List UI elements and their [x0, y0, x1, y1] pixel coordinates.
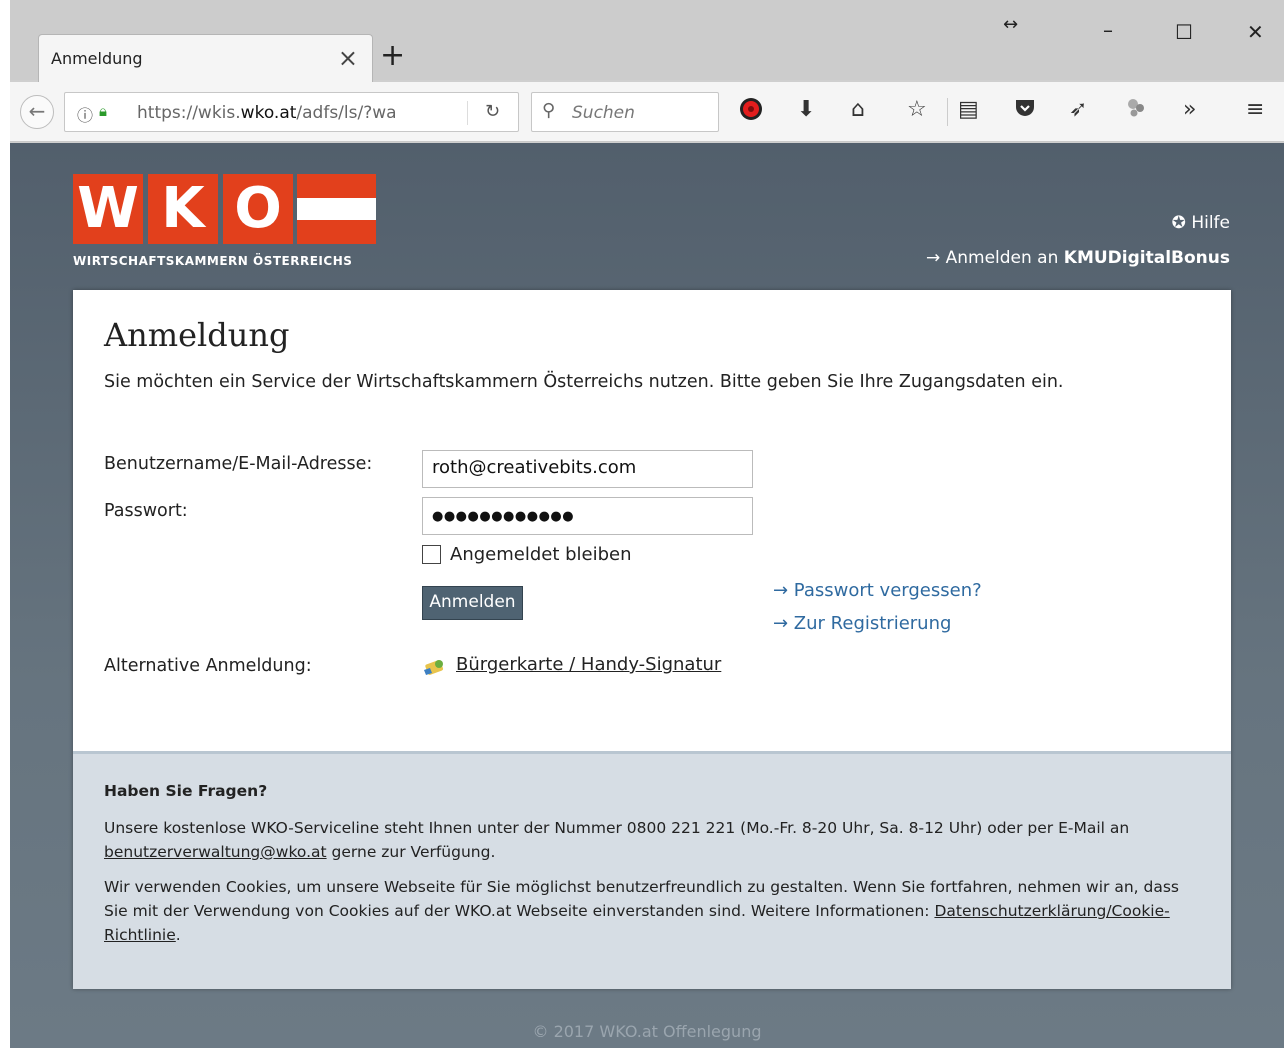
info-icon[interactable]: ⓘ [77, 102, 93, 126]
kmu-name: KMUDigitalBonus [1063, 248, 1230, 268]
resize-icon: ↔ [1003, 14, 1019, 35]
page-title: Anmeldung [104, 316, 290, 354]
pocket-icon[interactable] [1013, 96, 1037, 128]
search-placeholder: Suchen [572, 103, 635, 123]
new-tab-icon[interactable]: + [380, 38, 405, 74]
page-content: W K O WIRTSCHAFTSKAMMERN ÖSTERREICHS ✪ H… [10, 143, 1284, 1048]
remember-checkbox[interactable] [422, 545, 441, 564]
browser-window: Anmeldung × + ↔ – ☐ ✕ ← ⓘ 🔒︎ https://wki… [0, 0, 1284, 1048]
cookie-text: Wir verwenden Cookies, um unsere Webseit… [104, 875, 1184, 947]
citizen-card-link[interactable]: Bürgerkarte / Handy-Signatur [456, 654, 721, 675]
url-text: https://wkis.wko.at/adfs/ls/?wa [137, 103, 397, 123]
register-link[interactable]: → Zur Registrierung [773, 613, 951, 634]
login-card: Anmeldung Sie möchten ein Service der Wi… [73, 290, 1231, 989]
citizen-card-icon [424, 660, 444, 675]
send-icon[interactable]: ➶ [1069, 96, 1087, 124]
help-icon: ✪ [1171, 213, 1186, 233]
help-label: Hilfe [1191, 213, 1230, 233]
url-bar[interactable]: ⓘ 🔒︎ https://wkis.wko.at/adfs/ls/?wa ↻ [64, 92, 519, 132]
reading-list-icon[interactable]: ▤ [958, 96, 979, 124]
reload-icon[interactable]: ↻ [485, 101, 500, 122]
overflow-icon[interactable]: » [1183, 96, 1196, 124]
footer-heading: Haben Sie Fragen? [104, 782, 268, 800]
search-input[interactable]: ⚲ Suchen [531, 92, 719, 132]
url-separator [467, 101, 468, 125]
tab-close-icon[interactable]: × [338, 44, 358, 72]
tab-anmeldung[interactable]: Anmeldung × [38, 34, 373, 82]
cookie-text-end: . [175, 926, 181, 944]
toolbar-separator [947, 98, 948, 126]
lock-icon[interactable]: 🔒︎ [99, 102, 107, 120]
navigation-bar: ← ⓘ 🔒︎ https://wkis.wko.at/adfs/ls/?wa ↻… [10, 82, 1284, 142]
record-icon[interactable] [738, 96, 764, 130]
help-link[interactable]: ✪ Hilfe [1172, 213, 1230, 233]
logo-caption: WIRTSCHAFTSKAMMERN ÖSTERREICHS [73, 254, 353, 268]
support-email-link[interactable]: benutzerverwaltung@wko.at [104, 843, 327, 861]
menu-icon[interactable]: ≡ [1246, 96, 1264, 124]
help-footer: Haben Sie Fragen? Unsere kostenlose WKO-… [73, 751, 1231, 989]
password-label: Passwort: [104, 501, 188, 521]
kmu-prefix: → Anmelden an [925, 248, 1064, 268]
username-label: Benutzername/E-Mail-Adresse: [104, 454, 373, 474]
logo-letter-o: O [223, 174, 293, 244]
tab-bar: Anmeldung × + ↔ – ☐ ✕ [10, 0, 1284, 82]
copyright-footer[interactable]: © 2017 WKO.at Offenlegung [10, 1022, 1284, 1041]
tab-title: Anmeldung [51, 49, 143, 68]
back-icon[interactable]: ← [20, 95, 54, 129]
logo-letter-k: K [148, 174, 218, 244]
download-icon[interactable]: ⬇ [797, 96, 815, 124]
bookmark-star-icon[interactable]: ☆ [907, 96, 927, 124]
alt-login-label: Alternative Anmeldung: [104, 656, 312, 676]
serviceline-text: Unsere kostenlose WKO-Serviceline steht … [104, 816, 1184, 864]
search-icon: ⚲ [542, 100, 556, 121]
desktop-edge [0, 0, 10, 1048]
url-fade [445, 94, 475, 130]
kmu-link[interactable]: → Anmelden an KMUDigitalBonus [926, 248, 1230, 268]
serviceline-text-part: Unsere kostenlose WKO-Serviceline steht … [104, 819, 1130, 837]
close-window-icon[interactable]: ✕ [1247, 20, 1264, 44]
maximize-icon[interactable]: ☐ [1175, 20, 1193, 44]
remember-label: Angemeldet bleiben [450, 544, 632, 565]
home-icon[interactable]: ⌂ [851, 96, 865, 124]
username-field[interactable]: roth@creativebits.com [422, 450, 753, 488]
forgot-password-link[interactable]: → Passwort vergessen? [773, 580, 982, 601]
intro-text: Sie möchten ein Service der Wirtschaftsk… [104, 372, 1064, 392]
password-field[interactable]: ●●●●●●●●●●●● [422, 497, 753, 535]
login-button[interactable]: Anmelden [422, 586, 523, 620]
extension-icon[interactable] [1125, 96, 1149, 128]
serviceline-text-end: gerne zur Verfügung. [326, 843, 496, 861]
logo-letter-w: W [73, 174, 143, 244]
logo-flag [297, 174, 376, 244]
minimize-icon[interactable]: – [1103, 18, 1113, 42]
